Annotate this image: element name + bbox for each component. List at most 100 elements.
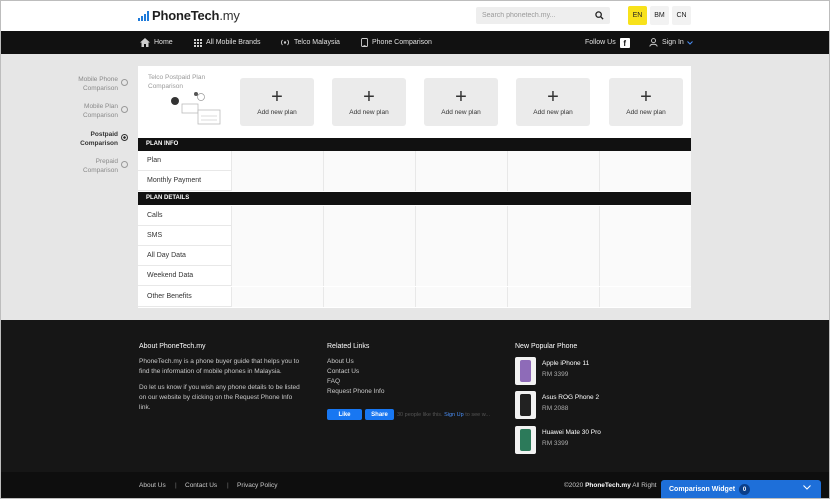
table-cell (507, 151, 599, 171)
sidebar-item-label: Comparison (80, 140, 118, 147)
facebook-share-label: Share (371, 411, 388, 418)
radio-icon (121, 161, 128, 168)
chevron-down-icon (686, 40, 693, 45)
page-title: Telco Postpaid Plan Comparison (148, 74, 206, 90)
follow-us-label: Follow Us (585, 39, 616, 46)
table-cell (599, 206, 691, 226)
sidebar-item-label: Comparison (82, 85, 118, 92)
phone-thumbnail[interactable] (515, 391, 536, 419)
fb-signup-link[interactable]: Sign Up (444, 412, 464, 418)
bottom-link-privacy[interactable]: Privacy Policy (237, 482, 277, 489)
site-logo[interactable]: PhoneTech.my (138, 8, 240, 23)
footer-link-about[interactable]: About Us (327, 358, 354, 365)
copyright-text: ©2020 PhoneTech.my All Right (564, 482, 657, 489)
facebook-like-label: Like (338, 411, 351, 418)
table-cell (323, 171, 415, 191)
home-icon (140, 38, 150, 47)
table-cell (323, 246, 415, 266)
fb-note-text: 30 people like this. (397, 412, 443, 418)
lang-bm-button[interactable]: BM (650, 6, 669, 25)
radio-icon (121, 79, 128, 86)
about-text-line: on our website by clicking on the Reques… (139, 394, 293, 401)
nav-telco-label: Telco Malaysia (294, 39, 340, 46)
table-cell (415, 226, 507, 246)
section-header-plan-info: PLAN INFO (138, 138, 691, 151)
table-cell (599, 266, 691, 286)
table-row: Monthly Payment (138, 171, 691, 191)
copyright-brand: PhoneTech.my (585, 482, 631, 489)
nav-home-label: Home (154, 39, 173, 46)
logo-text-suffix: .my (219, 8, 240, 23)
sidebar-item-prepaid-comparison[interactable]: Prepaid Comparison (60, 157, 132, 175)
follow-us[interactable]: Follow Us f (585, 31, 630, 54)
phone-thumbnail[interactable] (515, 357, 536, 385)
bottom-link-about[interactable]: About Us (139, 482, 166, 489)
table-row: Weekend Data (138, 266, 691, 286)
sidebar-item-postpaid-comparison[interactable]: Postpaid Comparison (60, 130, 132, 148)
row-label: Calls (147, 212, 163, 219)
copyright-suffix: All Right (632, 482, 657, 489)
add-plan-button[interactable]: + Add new plan (332, 78, 406, 126)
sidebar-item-plan-comparison[interactable]: Mobile Plan Comparison (60, 102, 132, 120)
facebook-share-button[interactable]: Share (365, 409, 394, 420)
comparison-widget-tab[interactable]: Comparison Widget 0 (661, 480, 821, 499)
phone-icon (361, 38, 368, 47)
plus-icon: + (455, 86, 467, 108)
table-cell (415, 206, 507, 226)
phone-name-link[interactable]: Asus ROG Phone 2 (542, 394, 599, 401)
broadcast-icon (281, 39, 289, 46)
table-cell (507, 226, 599, 246)
chevron-down-icon (803, 485, 811, 490)
footer-link-contact[interactable]: Contact Us (327, 368, 359, 375)
table-cell (415, 287, 507, 307)
phone-name-link[interactable]: Apple iPhone 11 (542, 360, 589, 367)
row-label: All Day Data (147, 252, 186, 259)
add-plan-button[interactable]: + Add new plan (516, 78, 590, 126)
sign-in-button[interactable]: Sign In (649, 31, 697, 54)
nav-home[interactable]: Home (140, 31, 173, 54)
about-heading: About PhoneTech.my (139, 343, 206, 350)
comparison-widget-label: Comparison Widget (669, 486, 736, 493)
plus-icon: + (271, 86, 283, 108)
facebook-like-button[interactable]: Like (327, 409, 362, 420)
site-header: PhoneTech.my EN BM CN (0, 0, 830, 31)
table-cell (599, 246, 691, 266)
nav-telco[interactable]: Telco Malaysia (280, 31, 340, 54)
lang-en-button[interactable]: EN (628, 6, 647, 25)
phone-image (520, 394, 531, 416)
bottom-link-contact[interactable]: Contact Us (185, 482, 217, 489)
footer-link-faq[interactable]: FAQ (327, 378, 340, 385)
table-cell (507, 206, 599, 226)
comparison-illustration-icon (171, 92, 221, 125)
user-icon (649, 38, 658, 47)
table-cell (231, 206, 323, 226)
nav-phone-comparison[interactable]: Phone Comparison (361, 31, 432, 54)
facebook-icon[interactable]: f (619, 37, 630, 48)
add-plan-button[interactable]: + Add new plan (240, 78, 314, 126)
phone-name-link[interactable]: Huawei Mate 30 Pro (542, 429, 601, 436)
table-cell (323, 226, 415, 246)
sidebar-item-label: Comparison (82, 167, 118, 174)
phone-price: RM 2088 (542, 405, 569, 412)
footer-link-request-info[interactable]: Request Phone Info (327, 388, 384, 395)
table-cell (599, 151, 691, 171)
table-cell (231, 226, 323, 246)
section-header-plan-details: PLAN DETAILS (138, 192, 691, 205)
link-separator: | (175, 482, 177, 489)
search-input[interactable] (476, 7, 586, 24)
phone-thumbnail[interactable] (515, 426, 536, 454)
nav-all-brands[interactable]: All Mobile Brands (194, 31, 260, 54)
add-plan-label: Add new plan (257, 109, 297, 116)
search-icon[interactable] (595, 11, 604, 20)
plus-icon: + (363, 86, 375, 108)
table-cell (231, 287, 323, 307)
phone-image (520, 360, 531, 382)
facebook-like-note: 30 people like this. Sign Up to see w... (397, 412, 490, 418)
add-plan-button[interactable]: + Add new plan (609, 78, 683, 126)
lang-cn-button[interactable]: CN (672, 6, 691, 25)
table-cell (507, 246, 599, 266)
sidebar-item-phone-comparison[interactable]: Mobile Phone Comparison (60, 75, 132, 93)
sign-in-label: Sign In (662, 39, 684, 46)
add-plan-button[interactable]: + Add new plan (424, 78, 498, 126)
site-footer: About PhoneTech.my PhoneTech.my is a pho… (0, 320, 830, 472)
